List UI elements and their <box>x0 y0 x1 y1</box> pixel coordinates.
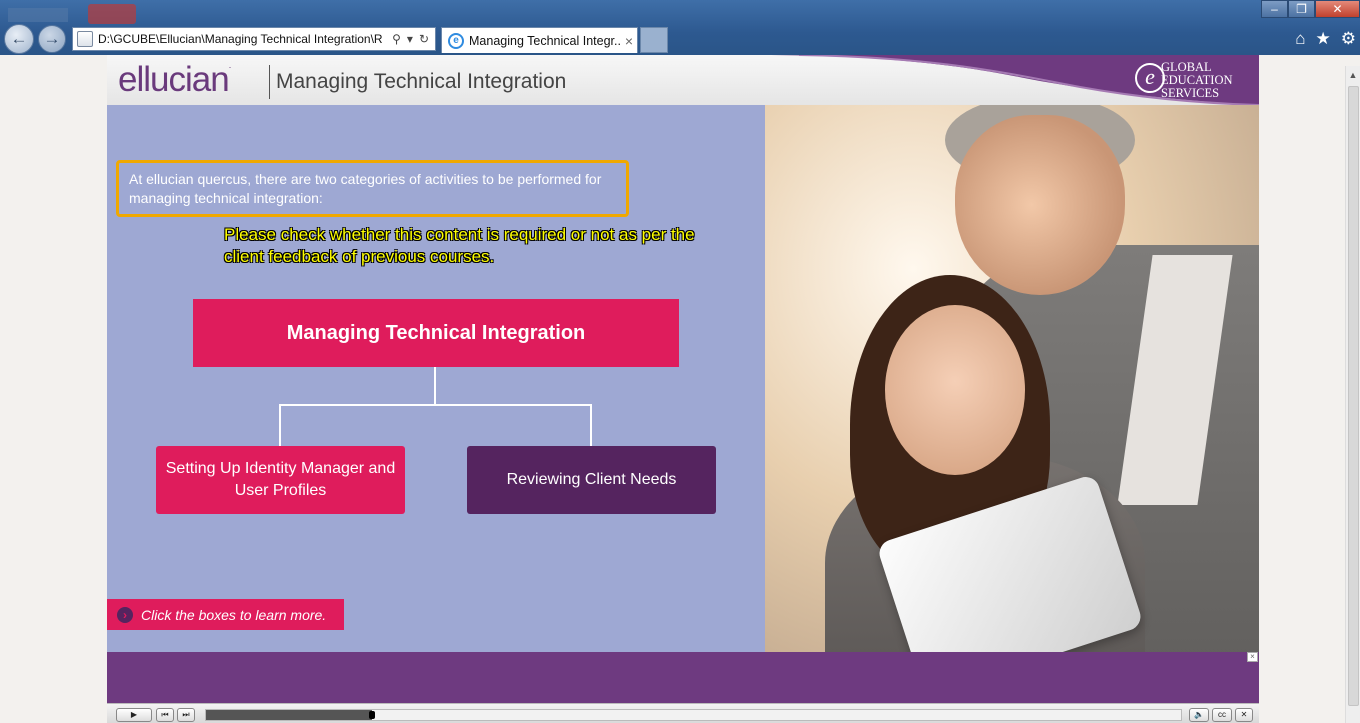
reviewer-note: Please check whether this content is req… <box>224 225 695 266</box>
instruction-text: Click the boxes to learn more. <box>141 606 327 623</box>
progress-fill <box>206 710 372 720</box>
volume-button[interactable]: 🔈 <box>1189 708 1209 722</box>
new-tab-button[interactable] <box>640 27 668 53</box>
refresh-icon[interactable]: ↻ <box>419 32 429 46</box>
back-arrow-icon: ← <box>10 29 28 48</box>
logo-text: ellucian <box>118 60 230 99</box>
ie-icon: e <box>448 32 464 49</box>
cc-icon: cc <box>1218 710 1226 719</box>
identity-manager-button[interactable]: Setting Up Identity Manager and User Pro… <box>156 446 405 514</box>
vertical-scrollbar[interactable]: ▲ <box>1345 66 1360 723</box>
address-bar[interactable]: D:\GCUBE\Ellucian\Managing Technical Int… <box>72 27 436 51</box>
brand-text: GLOBAL EDUCATION SERVICES <box>1161 61 1233 100</box>
address-text[interactable]: D:\GCUBE\Ellucian\Managing Technical Int… <box>98 32 386 46</box>
connector-horizontal <box>279 404 592 406</box>
logo-mark: . <box>228 60 231 70</box>
dropdown-icon[interactable]: ▾ <box>407 32 413 46</box>
browser-chrome: ‒ ❐ ✕ ← → D:\GCUBE\Ellucian\Managing Tec… <box>0 0 1360 55</box>
office-photo <box>765 105 1259 652</box>
forward-arrow-icon: → <box>43 29 61 48</box>
global-education-services-logo: e GLOBAL EDUCATION SERVICES <box>1135 59 1253 101</box>
photo-man-head <box>955 115 1125 295</box>
app-icon <box>88 4 136 24</box>
play-button[interactable]: ▶ <box>116 708 152 722</box>
intro-text: At ellucian quercus, there are two categ… <box>116 160 629 217</box>
main-topic-box: Managing Technical Integration <box>193 299 679 367</box>
arrow-icon: › <box>117 606 133 623</box>
connector-right <box>590 404 592 446</box>
scroll-thumb[interactable] <box>1348 86 1359 706</box>
course-stage: ellucian. Managing Technical Integration… <box>107 55 1259 723</box>
close-window-button[interactable]: ✕ <box>1315 0 1360 18</box>
play-icon: ▶ <box>130 710 138 719</box>
progress-bar[interactable] <box>205 709 1182 721</box>
back-button[interactable]: ← <box>4 24 34 54</box>
settings-gear-icon[interactable]: ⚙ <box>1341 29 1356 49</box>
forward-button[interactable]: → <box>38 25 66 53</box>
home-icon[interactable]: ⌂ <box>1295 29 1305 49</box>
volume-icon: 🔈 <box>1194 710 1204 719</box>
browser-toolbar-icons: ⌂ ★ ⚙ <box>1295 29 1356 49</box>
header-divider <box>269 65 270 99</box>
connector-vertical <box>434 367 436 405</box>
footer-band <box>107 652 1259 703</box>
window-title-ghost <box>8 8 68 22</box>
tab-close-icon[interactable]: × <box>621 33 637 49</box>
window-controls: ‒ ❐ ✕ <box>1261 0 1360 18</box>
client-needs-button[interactable]: Reviewing Client Needs <box>467 446 716 514</box>
browser-tab[interactable]: e Managing Technical Integr... × <box>441 27 638 53</box>
player-close-button[interactable]: ✕ <box>1235 708 1253 722</box>
next-icon: ⏭ <box>182 710 190 719</box>
progress-knob[interactable] <box>368 711 375 719</box>
connector-left <box>279 404 281 446</box>
player-controls: ▶ ⏮ ⏭ 🔈 cc ✕ <box>107 703 1259 723</box>
photo-woman-face <box>885 305 1025 475</box>
page-file-icon <box>77 31 93 47</box>
brand-line-3: SERVICES <box>1161 86 1220 100</box>
next-button[interactable]: ⏭ <box>177 708 195 722</box>
close-icon: ✕ <box>1240 710 1248 719</box>
instruction-banner: › Click the boxes to learn more. <box>107 599 344 630</box>
previous-button[interactable]: ⏮ <box>156 708 174 722</box>
tab-title: Managing Technical Integr... <box>469 33 621 48</box>
minimize-button[interactable]: ‒ <box>1261 0 1288 18</box>
restore-button[interactable]: ❐ <box>1288 0 1315 18</box>
previous-icon: ⏮ <box>161 710 169 719</box>
scroll-up-icon[interactable]: ▲ <box>1346 66 1360 84</box>
content-panel: At ellucian quercus, there are two categ… <box>107 105 765 652</box>
search-icon[interactable]: ⚲ <box>392 32 401 46</box>
small-close-icon[interactable]: × <box>1247 652 1258 662</box>
course-header: ellucian. Managing Technical Integration… <box>107 55 1259 105</box>
favorites-star-icon[interactable]: ★ <box>1316 29 1331 49</box>
course-title: Managing Technical Integration <box>276 70 567 93</box>
closed-captions-button[interactable]: cc <box>1212 708 1232 722</box>
ellucian-logo: ellucian. <box>118 60 231 100</box>
